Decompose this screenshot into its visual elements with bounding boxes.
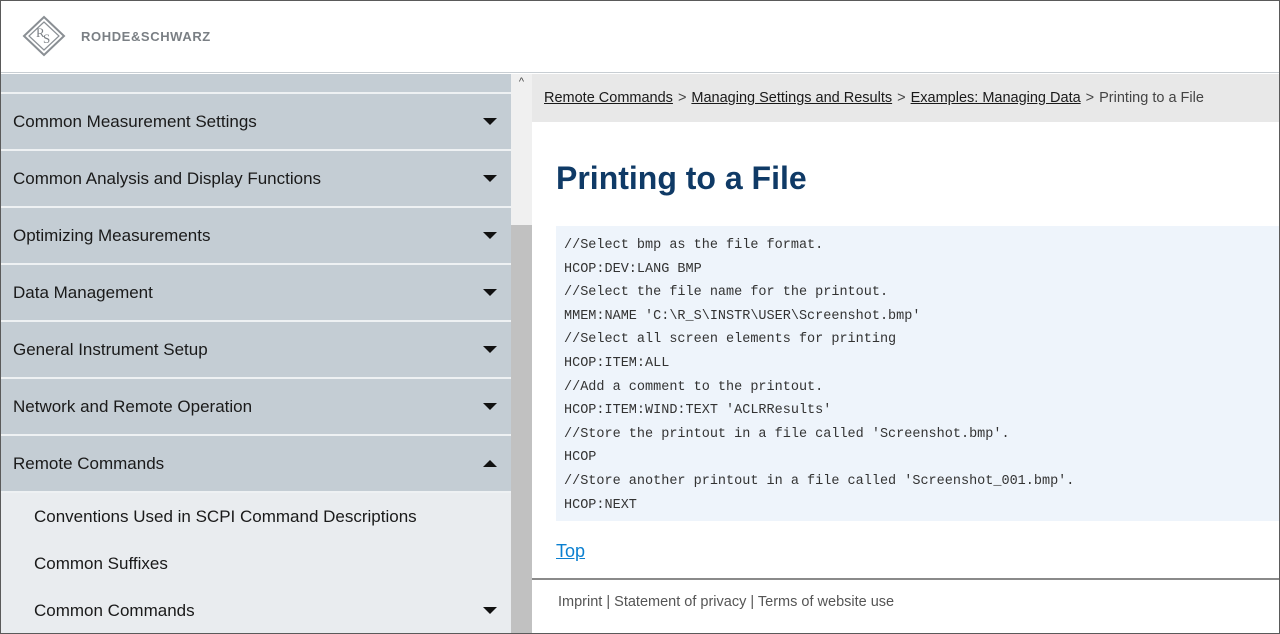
sidebar-subitem-label: Common Commands [34, 600, 195, 620]
sidebar-item-optimizing-measurements[interactable]: Optimizing Measurements [1, 208, 511, 265]
top-link[interactable]: Top [556, 541, 585, 562]
sidebar-item-general-instrument-setup[interactable]: General Instrument Setup [1, 322, 511, 379]
sidebar-item-label: Network and Remote Operation [13, 396, 253, 416]
sidebar-item-network-remote-operation[interactable]: Network and Remote Operation [1, 379, 511, 436]
chevron-down-icon[interactable] [483, 606, 497, 614]
breadcrumb-link-remote-commands[interactable]: Remote Commands [544, 90, 673, 106]
sidebar-item-remote-commands[interactable]: Remote Commands [1, 436, 511, 493]
scroll-up-arrow-icon[interactable]: ^ [511, 74, 532, 90]
sidebar-subitem-label: Conventions Used in SCPI Command Descrip… [34, 506, 417, 526]
footer-separator: | [606, 594, 615, 610]
page-title: Printing to a File [556, 160, 807, 196]
brand-name: ROHDE&SCHWARZ [81, 28, 211, 44]
breadcrumb-separator: > [1085, 90, 1095, 106]
chevron-down-icon[interactable] [483, 288, 497, 296]
breadcrumb-current: Printing to a File [1099, 90, 1204, 106]
sidebar-subitem-common-suffixes[interactable]: Common Suffixes [1, 540, 511, 587]
code-line: //Select the file name for the printout. [564, 285, 889, 301]
site-header: R S ROHDE&SCHWARZ [1, 1, 1279, 73]
svg-text:S: S [43, 31, 50, 46]
sidebar-item-common-analysis-display[interactable]: Common Analysis and Display Functions [1, 151, 511, 208]
site-footer: Imprint | Statement of privacy | Terms o… [558, 594, 894, 610]
breadcrumb-link-managing-settings[interactable]: Managing Settings and Results [691, 90, 892, 106]
sidebar-subitem-label: Common Suffixes [34, 553, 168, 573]
code-line: //Select all screen elements for printin… [564, 332, 897, 348]
sidebar-subitem-common-commands[interactable]: Common Commands [1, 587, 511, 633]
footer-divider [532, 578, 1279, 580]
sidebar-nav: Common Measurement Settings Common Analy… [1, 74, 511, 633]
code-line: //Add a comment to the printout. [564, 379, 824, 395]
sidebar-subitem-conventions[interactable]: Conventions Used in SCPI Command Descrip… [1, 493, 511, 540]
chevron-down-icon[interactable] [483, 231, 497, 239]
code-line: //Store another printout in a file calle… [564, 473, 1075, 489]
breadcrumb: Remote Commands > Managing Settings and … [532, 74, 1279, 122]
sidebar-item-common-measurement-settings[interactable]: Common Measurement Settings [1, 94, 511, 151]
code-example: //Select bmp as the file format. HCOP:DE… [556, 226, 1279, 521]
footer-separator: | [750, 594, 758, 610]
sidebar-item-label: Remote Commands [13, 453, 165, 473]
chevron-up-icon[interactable] [483, 459, 497, 467]
main-content: Remote Commands > Managing Settings and … [532, 74, 1279, 633]
code-line: HCOP:ITEM:ALL [564, 355, 670, 371]
chevron-down-icon[interactable] [483, 174, 497, 182]
app-window: R S ROHDE&SCHWARZ Common Measurement Set… [0, 0, 1280, 634]
footer-link-terms[interactable]: Terms of website use [758, 594, 894, 610]
code-line: MMEM:NAME 'C:\R_S\INSTR\USER\Screenshot.… [564, 308, 921, 324]
chevron-down-icon[interactable] [483, 402, 497, 410]
code-line: //Select bmp as the file format. [564, 238, 824, 253]
breadcrumb-separator: > [897, 90, 906, 106]
sidebar-item-data-management[interactable]: Data Management [1, 265, 511, 322]
chevron-down-icon[interactable] [483, 117, 497, 125]
code-line: HCOP:ITEM:WIND:TEXT 'ACLRResults' [564, 403, 832, 419]
rs-logo-icon: R S [22, 15, 66, 57]
footer-link-privacy[interactable]: Statement of privacy [614, 594, 746, 610]
breadcrumb-link-examples-managing-data[interactable]: Examples: Managing Data [911, 90, 1081, 106]
code-line: HCOP:DEV:LANG BMP [564, 261, 702, 277]
sidebar-item-label: Common Measurement Settings [13, 111, 257, 131]
breadcrumb-separator: > [677, 90, 687, 106]
sidebar-item-label: Common Analysis and Display Functions [13, 168, 322, 188]
chevron-down-icon[interactable] [483, 345, 497, 353]
code-line: //Store the printout in a file called 'S… [564, 426, 1010, 442]
rohde-schwarz-logo[interactable]: R S ROHDE&SCHWARZ [21, 15, 211, 57]
sidebar-previous-item [1, 74, 511, 94]
footer-link-imprint[interactable]: Imprint [558, 594, 602, 610]
sidebar-item-label: General Instrument Setup [13, 339, 208, 359]
code-line: HCOP:NEXT [564, 497, 637, 513]
scrollbar-thumb[interactable] [511, 225, 532, 633]
sidebar-scrollbar[interactable]: ^ [511, 74, 532, 633]
sidebar-item-label: Data Management [13, 282, 153, 302]
sidebar-item-label: Optimizing Measurements [13, 225, 211, 245]
code-line: HCOP [564, 450, 597, 466]
